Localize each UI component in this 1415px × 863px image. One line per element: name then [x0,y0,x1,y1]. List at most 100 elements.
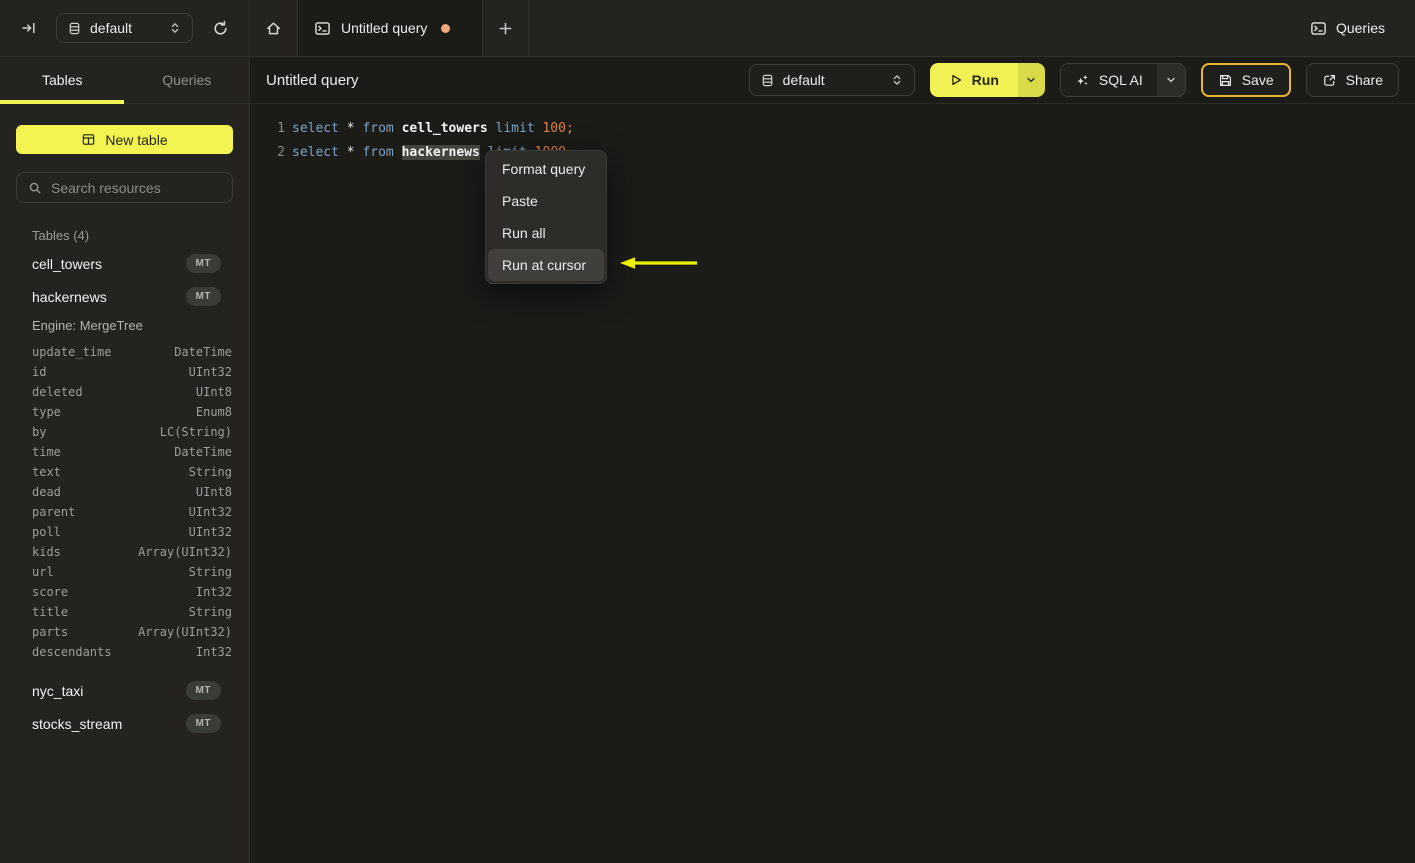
token-kw: limit [495,120,535,136]
run-button-label: Run [971,72,999,88]
new-table-button[interactable]: New table [16,125,233,154]
collapse-sidebar-icon[interactable] [16,15,42,41]
token-num: 100; [542,120,574,136]
terminal-icon [1310,20,1327,37]
share-button[interactable]: Share [1305,63,1399,97]
column-type: Enum8 [195,405,232,419]
sidebar-tab-queries[interactable]: Queries [125,57,250,103]
column-row: type Enum8 [16,402,233,422]
column-type: LC(String) [159,425,232,439]
column-type: Int32 [195,645,232,659]
sql-editor[interactable]: 1 select * from cell_towers limit 100; 2 se… [250,104,1415,863]
table-engine-label: Engine: MergeTree [32,318,143,333]
table-item-hackernews[interactable]: hackernews MT [16,280,233,313]
sql-ai-button[interactable]: SQL AI [1061,64,1157,96]
column-name: text [32,465,61,479]
run-split-button: Run [929,63,1045,97]
column-type: UInt8 [195,485,232,499]
column-type: Array(UInt32) [138,545,232,559]
sparkles-icon [1075,73,1090,88]
column-name: title [32,605,69,619]
run-button[interactable]: Run [929,63,1018,97]
table-name: stocks_stream [32,715,123,732]
tab-untitled-query[interactable]: Untitled query [297,0,483,56]
token-table-selected: hackernews [401,144,480,160]
column-type: Array(UInt32) [138,625,232,639]
column-type: String [188,605,232,619]
column-row: url String [16,562,233,582]
menu-item-run-all[interactable]: Run all [488,217,604,249]
sidebar-tabs: Tables Queries [0,57,250,104]
column-type: UInt32 [188,525,232,539]
sql-ai-button-label: SQL AI [1098,72,1143,88]
token-kw: select [292,120,339,136]
search-input[interactable] [51,179,232,196]
sql-ai-options-button[interactable] [1156,64,1185,96]
database-selector-value: default [90,20,133,36]
toolbar-database-selector[interactable]: default [748,64,915,96]
column-type: Int32 [195,585,232,599]
table-columns-list: update_time DateTime id UInt32 deleted UInt8 t… [16,342,233,662]
menu-item-format-query[interactable]: Format query [488,153,604,185]
table-item-nyc_taxi[interactable]: nyc_taxi MT [16,674,233,707]
column-name: descendants [32,645,112,659]
table-item-stocks_stream[interactable]: stocks_stream MT [16,707,233,740]
column-name: by [32,425,47,439]
column-row: parent UInt32 [16,502,233,522]
queries-link-label: Queries [1335,20,1385,36]
queries-link[interactable]: Queries [1310,0,1415,56]
top-bar: default Untitled query Queries [0,0,1415,57]
code-line-2: 2select * from hackernews limit 1000 [250,140,1415,164]
column-type: DateTime [174,445,232,459]
share-icon [1322,73,1337,88]
line-number: 2 [277,144,285,160]
column-row: deleted UInt8 [16,382,233,402]
annotation-arrow [618,254,700,272]
column-row: title String [16,602,233,622]
engine-badge: MT [185,681,221,700]
new-table-button-label: New table [105,131,168,148]
column-name: deleted [32,385,83,399]
search-icon [28,181,42,195]
table-item-cell_towers[interactable]: cell_towers MT [16,247,233,280]
column-type: UInt32 [188,505,232,519]
sub-bar: Tables Queries Untitled query default Ru… [0,57,1415,104]
column-name: update_time [32,345,112,359]
engine-badge: MT [185,254,221,273]
tables-section-label: Tables (4) [32,228,90,243]
token-op: * [346,120,355,136]
column-row: text String [16,462,233,482]
refresh-icon[interactable] [207,15,233,41]
column-row: kids Array(UInt32) [16,542,233,562]
play-icon [949,73,963,87]
sql-ai-split-button: SQL AI [1059,63,1186,97]
database-icon [67,21,82,36]
toolbar-database-value: default [782,72,825,88]
column-row: parts Array(UInt32) [16,622,233,642]
menu-item-run-at-cursor[interactable]: Run at cursor [488,249,604,281]
column-row: id UInt32 [16,362,233,382]
database-selector[interactable]: default [56,13,193,43]
run-options-button[interactable] [1017,63,1045,97]
chevron-updown-icon [168,21,182,35]
unsaved-changes-dot [441,23,451,33]
column-type: DateTime [174,345,232,359]
home-button[interactable] [250,0,297,56]
table-name: hackernews [32,288,107,305]
column-type: String [188,565,232,579]
column-name: poll [32,525,61,539]
token-table: cell_towers [401,120,488,136]
query-toolbar: Untitled query default Run SQL AI Save S… [250,57,1415,104]
save-button[interactable]: Save [1200,63,1291,97]
new-tab-button[interactable] [483,0,529,56]
line-number: 1 [277,120,285,136]
resources-sidebar: New table Tables (4) cell_towersMThacker… [0,104,250,863]
menu-item-paste[interactable]: Paste [488,185,604,217]
column-name: parent [32,505,76,519]
sidebar-tab-tables[interactable]: Tables [0,57,125,103]
chevron-updown-icon [890,73,904,87]
